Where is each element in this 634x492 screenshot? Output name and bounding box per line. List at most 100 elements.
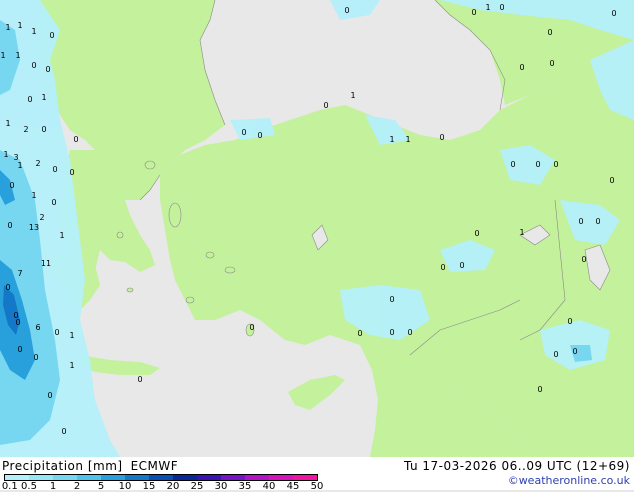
- scale-tick-label: 5: [97, 481, 105, 492]
- precip-value-label: 0: [257, 131, 262, 140]
- precip-value-label: 1: [17, 161, 22, 170]
- scale-segment: [77, 475, 101, 480]
- model-name: ECMWF: [130, 459, 179, 473]
- precip-value-label: 0: [581, 255, 586, 264]
- precip-value-label: 0: [51, 198, 56, 207]
- scale-segment: [245, 475, 269, 480]
- scale-segment: [101, 475, 125, 480]
- precip-value-label: 1: [350, 91, 355, 100]
- scale-tick-label: 30: [214, 481, 228, 492]
- precip-value-label: 0: [439, 133, 444, 142]
- precip-value-label: 1: [3, 150, 8, 159]
- legend-footer: Precipitation [mm] ECMWF Tu 17-03-2026 06…: [0, 457, 634, 492]
- precip-value-label: 0: [33, 353, 38, 362]
- scale-tick-label: 15: [142, 481, 156, 492]
- precip-value-label: 2: [35, 159, 40, 168]
- scale-segment: [53, 475, 77, 480]
- color-scale-bar: [4, 474, 318, 481]
- precip-value-label: 0: [553, 160, 558, 169]
- precip-value-label: 0: [344, 6, 349, 15]
- precip-value-label: 0: [47, 391, 52, 400]
- precip-value-label: 1: [405, 135, 410, 144]
- precip-value-label: 1: [31, 27, 36, 36]
- precip-value-label: 1: [485, 3, 490, 12]
- scale-tick-label: 2: [73, 481, 81, 492]
- precip-value-label: 1: [69, 361, 74, 370]
- precip-value-label: 0: [31, 61, 36, 70]
- precip-value-label: 0: [241, 128, 246, 137]
- scale-tick-label: 25: [190, 481, 204, 492]
- precip-value-label: 0: [5, 283, 10, 292]
- precip-value-label: 0: [45, 65, 50, 74]
- scale-tick-label: 50: [310, 481, 324, 492]
- precip-value-label: 0: [474, 229, 479, 238]
- precip-value-label: 0: [54, 328, 59, 337]
- precip-value-label: 0: [499, 3, 504, 12]
- scale-segment: [5, 475, 29, 480]
- precip-value-label: 0: [389, 328, 394, 337]
- scale-tick-label: 45: [286, 481, 300, 492]
- precip-value-label: 0: [547, 28, 552, 37]
- precip-value-label: 11: [41, 259, 51, 268]
- map-stage: 1 1 1 0 1 1 0 0 1 0 1 2 0 0 1 3 2 1 0 0 0 1 0 2 0 13 1 11 7 0 0 0 6 0 1 0 0 1…: [0, 0, 634, 492]
- scale-tick-label: 10: [118, 481, 132, 492]
- precip-value-label: 6: [35, 323, 40, 332]
- scale-tick-label: 1: [49, 481, 57, 492]
- precip-value-label: 1: [5, 23, 10, 32]
- precip-value-label: 0: [519, 63, 524, 72]
- precip-value-label: 1: [69, 331, 74, 340]
- precip-value-label: 0: [49, 31, 54, 40]
- precip-value-label: 1: [17, 21, 22, 30]
- scale-segment: [221, 475, 245, 480]
- scale-tick-label: 35: [238, 481, 252, 492]
- precip-value-label: 0: [137, 375, 142, 384]
- precip-value-label: 1: [59, 231, 64, 240]
- precip-value-label: 0: [572, 347, 577, 356]
- precipitation-map: 1 11 01 10 01012 001 321 0 001020 13111700060 1001…: [0, 0, 634, 457]
- scale-segment: [173, 475, 197, 480]
- title-text: Precipitation [mm]: [2, 459, 123, 473]
- precip-value-label: 0: [27, 95, 32, 104]
- scale-segment: [269, 475, 293, 480]
- precip-value-label: 0: [535, 160, 540, 169]
- precip-value-label: 0: [15, 318, 20, 327]
- credit-link[interactable]: ©weatheronline.co.uk: [508, 474, 630, 487]
- precip-value-label: 0: [69, 168, 74, 177]
- valid-time: Tu 17-03-2026 06..09 UTC (12+69): [403, 459, 630, 473]
- precip-value-label: 0: [471, 8, 476, 17]
- precip-value-label: 2: [23, 125, 28, 134]
- precip-value-label: 0: [567, 317, 572, 326]
- precip-value-label: 0: [7, 221, 12, 230]
- precip-value-label: 2: [39, 213, 44, 222]
- scale-segment: [125, 475, 149, 480]
- precip-value-label: 0: [9, 181, 14, 190]
- scale-segment: [149, 475, 173, 480]
- precip-value-label: 1: [0, 51, 5, 60]
- precip-value-label: 0: [73, 135, 78, 144]
- precip-value-label: 1: [15, 51, 20, 60]
- precip-value-label: 13: [29, 223, 39, 232]
- precip-value-label: 0: [537, 385, 542, 394]
- map-title: Precipitation [mm] ECMWF: [2, 459, 178, 473]
- scale-tick-label: 0.5: [21, 481, 37, 492]
- precip-value-label: 0: [41, 125, 46, 134]
- precip-value-label: 1: [41, 93, 46, 102]
- precip-value-label: 1: [519, 228, 524, 237]
- scale-tick-label: 0.1: [1, 481, 18, 492]
- scale-segment: [197, 475, 221, 480]
- precip-value-label: 0: [440, 263, 445, 272]
- scale-tick-label: 40: [262, 481, 276, 492]
- precip-value-label: 0: [249, 323, 254, 332]
- precip-value-label: 0: [510, 160, 515, 169]
- precip-value-label: 7: [17, 269, 22, 278]
- precip-value-label: 0: [52, 165, 57, 174]
- precip-value-label: 0: [595, 217, 600, 226]
- scale-tick-label: 20: [166, 481, 180, 492]
- precip-value-label: 0: [459, 261, 464, 270]
- precip-value-label: 0: [389, 295, 394, 304]
- precip-value-label: 0: [17, 345, 22, 354]
- precip-value-label: 1: [5, 119, 10, 128]
- precip-value-label: 1: [31, 191, 36, 200]
- precip-value-label: 0: [609, 176, 614, 185]
- precip-value-label: 0: [323, 101, 328, 110]
